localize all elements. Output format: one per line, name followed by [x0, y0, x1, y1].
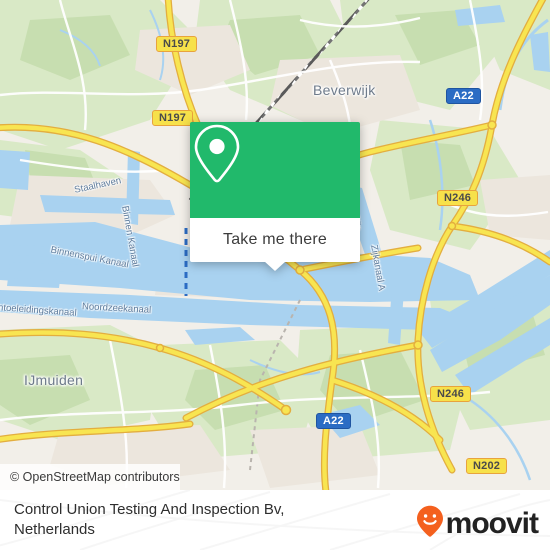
moovit-logo[interactable]: moovit — [416, 505, 539, 542]
page-footer: Control Union Testing And Inspection Bv,… — [0, 490, 550, 550]
road-shield-a22[interactable]: A22 — [316, 413, 351, 429]
popup-header — [190, 122, 360, 218]
map-page: Beverwijk IJmuiden Staalhaven Binnen Kan… — [0, 0, 550, 550]
moovit-wordmark: moovit — [445, 506, 539, 540]
popup-pointer — [264, 261, 286, 271]
map-attribution: © OpenStreetMap contributors — [0, 464, 180, 490]
road-shield-n197[interactable]: N197 — [156, 36, 198, 52]
road-shield-n246[interactable]: N246 — [430, 386, 472, 402]
road-shield-n202[interactable]: N202 — [466, 458, 508, 474]
road-shield-n197[interactable]: N197 — [152, 110, 194, 126]
road-shield-n246[interactable]: N246 — [437, 190, 479, 206]
take-me-there-button[interactable]: Take me there — [190, 218, 360, 262]
location-popup-card[interactable]: Take me there — [190, 122, 360, 271]
road-shield-a22[interactable]: A22 — [446, 88, 481, 104]
location-title: Control Union Testing And Inspection Bv,… — [14, 501, 285, 538]
take-me-there-label: Take me there — [223, 231, 327, 248]
map-canvas[interactable]: Beverwijk IJmuiden Staalhaven Binnen Kan… — [0, 0, 550, 490]
attribution-text: © OpenStreetMap contributors — [10, 470, 180, 484]
moovit-smiley-pin-icon — [416, 505, 444, 542]
